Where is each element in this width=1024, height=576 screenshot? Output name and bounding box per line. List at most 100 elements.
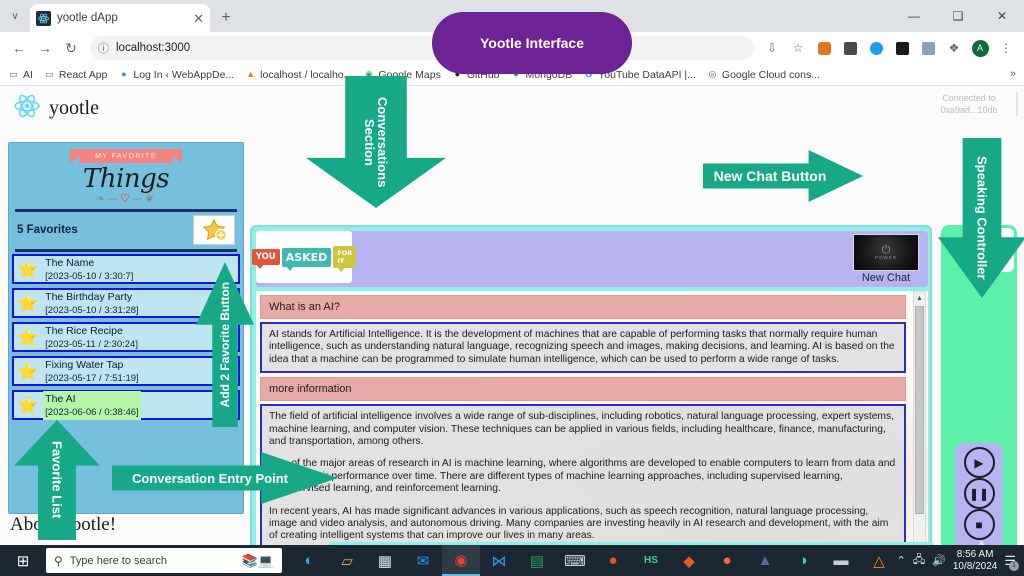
dark-extension-icon[interactable]: [890, 36, 914, 60]
forward-icon[interactable]: →: [32, 35, 58, 61]
taskbar-cmd[interactable]: ▬: [822, 545, 860, 576]
favorites-count: 5 Favorites: [17, 223, 78, 236]
scrollbar-thumb[interactable]: [915, 306, 924, 514]
gcp-icon: ◎: [708, 69, 717, 79]
metamask-extension-icon[interactable]: [812, 36, 836, 60]
bookmark-star-icon[interactable]: ☆: [786, 36, 810, 60]
list-item[interactable]: ⭐ Fixing Water Tap [2023-05-17 / 7:51:19…: [12, 356, 240, 386]
taskbar-edge[interactable]: ◐: [290, 545, 328, 576]
taskbar-postman[interactable]: ●: [708, 545, 746, 576]
taskbar-excel[interactable]: ▤: [518, 545, 556, 576]
question-bubble: more information: [260, 377, 906, 402]
list-item[interactable]: ⭐ The AI [2023-06-06 / 0:38:46]: [12, 390, 240, 420]
new-chat-button[interactable]: ⏻ POWER New Chat: [850, 234, 922, 284]
folder-icon: ▭: [9, 69, 18, 79]
new-chat-label: New Chat: [861, 272, 911, 284]
pause-button[interactable]: ❚❚: [960, 478, 998, 509]
app-header: yootle Connected to 0xa9ad...10db: [0, 87, 1024, 129]
browser-menu-icon[interactable]: ⋮: [994, 36, 1018, 60]
taskbar-vscode[interactable]: ⋈: [480, 545, 518, 576]
bookmark-item[interactable]: ◎ Google Cloud cons...: [707, 69, 820, 81]
scroll-up-icon[interactable]: ▲: [914, 292, 925, 305]
search-input[interactable]: ⚲ Type here to search 📚💻: [46, 548, 282, 573]
new-tab-button[interactable]: +: [215, 7, 237, 29]
taskbar-hs-app[interactable]: HS: [632, 545, 670, 576]
windows-start-icon[interactable]: ⊞: [0, 545, 46, 576]
react-atom-icon: [14, 93, 40, 124]
browser-tab-title: yootle dApp: [57, 12, 118, 24]
favorites-title: Things: [82, 164, 170, 194]
blue-circle-extension-icon[interactable]: [864, 36, 888, 60]
back-icon[interactable]: ←: [6, 35, 32, 61]
install-app-icon[interactable]: ⇩: [760, 36, 784, 60]
cortana-illustration-icon: 📚💻: [241, 552, 274, 568]
clock[interactable]: 8:56 AM 10/8/2024: [953, 549, 998, 573]
taskbar-mail[interactable]: ✉: [404, 545, 442, 576]
play-button[interactable]: ▶: [960, 447, 998, 478]
stop-icon: ■: [963, 509, 995, 540]
minimize-icon[interactable]: —: [892, 0, 936, 32]
toolbar-icon-group: ⇩ ☆ ❖ A ⋮: [760, 36, 1018, 60]
star-icon: ⭐: [17, 395, 39, 415]
favorite-date: [2023-06-06 / 0:38:46]: [45, 407, 139, 418]
callout-label: Conversation Entry Point: [131, 470, 289, 486]
bookmark-item[interactable]: ▭ React App: [44, 69, 107, 81]
favorite-date: [2023-05-17 / 7:51:19]: [45, 373, 139, 384]
taskbar-file-explorer[interactable]: ▱: [328, 545, 366, 576]
answer-paragraph: One of the major areas of research in AI…: [269, 458, 896, 495]
chevron-up-icon[interactable]: ⌃: [897, 554, 906, 567]
favorite-date: [2023-05-10 / 3:31:28]: [45, 305, 139, 316]
close-icon[interactable]: ✕: [193, 12, 204, 25]
taskbar-firefox[interactable]: ●: [594, 545, 632, 576]
address-bar[interactable]: ⓘ localhost:3000: [90, 36, 754, 60]
tab-search-chevron-icon[interactable]: ∨: [2, 3, 28, 29]
brand[interactable]: yootle: [14, 93, 99, 124]
taskbar-vlc[interactable]: △: [860, 545, 898, 576]
bookmark-item[interactable]: ● Log In ‹ WebAppDe...: [118, 69, 234, 81]
star-icon: ⭐: [17, 293, 39, 313]
answer-bubble: The field of artificial intelligence inv…: [260, 404, 906, 545]
taskbar-teams[interactable]: ▲: [746, 545, 784, 576]
taskbar-app-list: ◐ ▱ ▦ ✉ ◉ ⋈ ▤ ⌨ ● HS ◆ ● ▲ ◑ ▬ △: [290, 545, 898, 576]
bookmarks-overflow-icon[interactable]: »: [1010, 68, 1016, 80]
reload-icon[interactable]: ↻: [58, 35, 84, 61]
gray-extension-icon[interactable]: [916, 36, 940, 60]
list-item[interactable]: ⭐ The Rice Recipe [2023-05-11 / 2:30:24]: [12, 322, 240, 352]
callout-label: Yootle Interface: [480, 35, 584, 51]
browser-tab[interactable]: yootle dApp ✕: [30, 4, 210, 32]
avatar[interactable]: A: [968, 36, 992, 60]
bookmark-item[interactable]: ▭ AI: [8, 69, 33, 81]
taskbar-brave[interactable]: ◆: [670, 545, 708, 576]
add-favorite-star-icon[interactable]: [193, 214, 235, 245]
yootle-interface-callout: Yootle Interface: [432, 12, 632, 74]
badge-word-asked: ASKED: [281, 247, 332, 271]
taskbar-android[interactable]: ◑: [784, 545, 822, 576]
phpmyadmin-icon: ▲: [246, 69, 256, 79]
list-item[interactable]: ⭐ The Name [2023-05-10 / 3:30:7]: [12, 254, 240, 284]
maximize-icon[interactable]: ❑: [936, 0, 980, 32]
favorites-ribbon-label: MY FAVORITE: [70, 149, 182, 163]
scrollbar[interactable]: ▲ ▼: [913, 291, 926, 545]
callout-label: Add 2 Favorite Button: [218, 281, 232, 408]
site-info-icon[interactable]: ⓘ: [98, 40, 109, 56]
stop-button[interactable]: ■: [960, 509, 998, 540]
network-icon[interactable]: 🖧: [913, 551, 925, 570]
notification-center-icon[interactable]: ☰ 1: [1004, 553, 1019, 571]
globe-icon: ●: [121, 69, 127, 79]
conversation-scroll-area[interactable]: What is an AI? AI stands for Artificial …: [256, 291, 928, 545]
window-close-icon[interactable]: ✕: [980, 0, 1024, 32]
address-bar-url: localhost:3000: [116, 42, 191, 54]
taskbar-terminal[interactable]: ⌨: [556, 545, 594, 576]
favorite-name: The AI: [45, 392, 76, 405]
connection-status: Connected to 0xa9ad...10db: [926, 92, 1018, 116]
bookmark-item[interactable]: ▲ localhost / localho...: [245, 69, 352, 81]
taskbar-store[interactable]: ▦: [366, 545, 404, 576]
screenshot-extension-icon[interactable]: [838, 36, 862, 60]
callout-label: Conversations Section: [362, 96, 390, 188]
volume-icon[interactable]: 🔊: [932, 554, 946, 567]
favorite-name: The Name: [45, 256, 95, 269]
taskbar-chrome[interactable]: ◉: [442, 545, 480, 576]
badge-word-forit: FOR IT: [333, 246, 357, 272]
extensions-puzzle-icon[interactable]: ❖: [942, 36, 966, 60]
playback-controls: ▶ ❚❚ ■: [955, 443, 1003, 545]
